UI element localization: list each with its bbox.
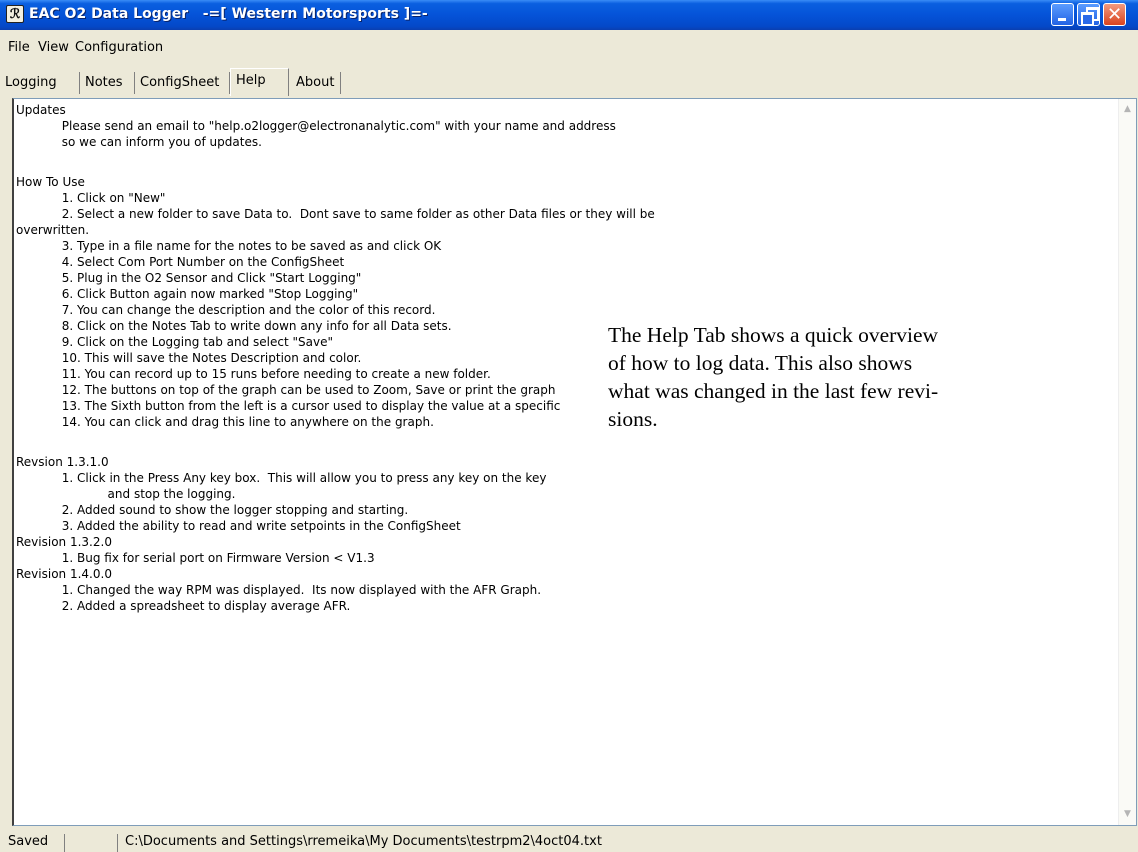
help-line: 3. Type in a file name for the notes to …: [16, 239, 442, 253]
annotation-callout: The Help Tab shows a quick overview of h…: [608, 321, 1048, 433]
help-line: Updates: [16, 103, 66, 117]
help-line: 12. The buttons on top of the graph can …: [16, 383, 556, 397]
help-line: 11. You can record up to 15 runs before …: [16, 367, 491, 381]
help-line: 2. Select a new folder to save Data to. …: [16, 207, 655, 221]
app-logo-icon[interactable]: ℛ: [6, 5, 24, 23]
tab-about[interactable]: About: [291, 72, 341, 94]
close-button[interactable]: ✕: [1103, 3, 1126, 26]
status-panel-empty: [64, 834, 118, 852]
tab-bar: Logging Notes ConfigSheet Help About: [0, 68, 1138, 96]
tab-logging[interactable]: Logging: [0, 72, 80, 94]
menu-view[interactable]: View: [38, 40, 69, 55]
status-bar: Saved C:\Documents and Settings\rremeika…: [0, 832, 1138, 852]
help-text-area[interactable]: Updates Please send an email to "help.o2…: [12, 98, 1137, 826]
tab-help[interactable]: Help: [230, 68, 289, 96]
scroll-down-icon[interactable]: ▼: [1120, 806, 1135, 823]
help-line: Please send an email to "help.o2logger@e…: [16, 119, 616, 133]
maximize-button[interactable]: [1077, 3, 1100, 26]
title-bar: ℛ EAC O2 Data Logger -=[ Western Motorsp…: [0, 0, 1138, 30]
help-line: How To Use: [16, 175, 85, 189]
help-line: 8. Click on the Notes Tab to write down …: [16, 319, 452, 333]
help-line: 1. Click on "New": [16, 191, 166, 205]
window-title: EAC O2 Data Logger -=[ Western Motorspor…: [29, 6, 428, 22]
annotation-line: of how to log data. This also shows: [608, 351, 913, 375]
help-line: 14. You can click and drag this line to …: [16, 415, 434, 429]
minimize-icon: [1058, 18, 1066, 21]
annotation-line: what was changed in the last few revi-: [608, 379, 939, 403]
help-line: Revision 1.4.0.0: [16, 567, 112, 581]
help-line: 7. You can change the description and th…: [16, 303, 436, 317]
close-icon: ✕: [1106, 4, 1123, 25]
help-line: 13. The Sixth button from the left is a …: [16, 399, 561, 413]
help-line: 1. Click in the Press Any key box. This …: [16, 471, 547, 485]
help-line: 9. Click on the Logging tab and select "…: [16, 335, 333, 349]
help-line: 2. Added a spreadsheet to display averag…: [16, 599, 351, 613]
help-line: Revision 1.3.2.0: [16, 535, 112, 549]
help-line: 2. Added sound to show the logger stoppi…: [16, 503, 409, 517]
help-line: 6. Click Button again now marked "Stop L…: [16, 287, 359, 301]
vertical-scrollbar[interactable]: ▲ ▼: [1118, 99, 1136, 825]
help-line: 1. Changed the way RPM was displayed. It…: [16, 583, 542, 597]
help-line: 1. Bug fix for serial port on Firmware V…: [16, 551, 375, 565]
status-file-path: C:\Documents and Settings\rremeika\My Do…: [125, 834, 602, 849]
help-line: 3. Added the ability to read and write s…: [16, 519, 461, 533]
help-line: overwritten.: [16, 223, 90, 237]
tab-notes[interactable]: Notes: [80, 72, 135, 94]
help-line: and stop the logging.: [16, 487, 236, 501]
help-line: Revsion 1.3.1.0: [16, 455, 109, 469]
annotation-line: sions.: [608, 407, 658, 431]
scroll-up-icon[interactable]: ▲: [1120, 101, 1135, 118]
help-line: 10. This will save the Notes Description…: [16, 351, 362, 365]
help-line: 4. Select Com Port Number on the ConfigS…: [16, 255, 345, 269]
minimize-button[interactable]: [1051, 3, 1074, 26]
status-text: Saved: [8, 834, 49, 849]
menu-configuration[interactable]: Configuration: [75, 40, 163, 55]
menu-file[interactable]: File: [8, 40, 30, 55]
annotation-line: The Help Tab shows a quick overview: [608, 323, 939, 347]
tab-configsheet[interactable]: ConfigSheet: [135, 72, 230, 94]
help-line: 5. Plug in the O2 Sensor and Click "Star…: [16, 271, 362, 285]
help-line: so we can inform you of updates.: [16, 135, 262, 149]
